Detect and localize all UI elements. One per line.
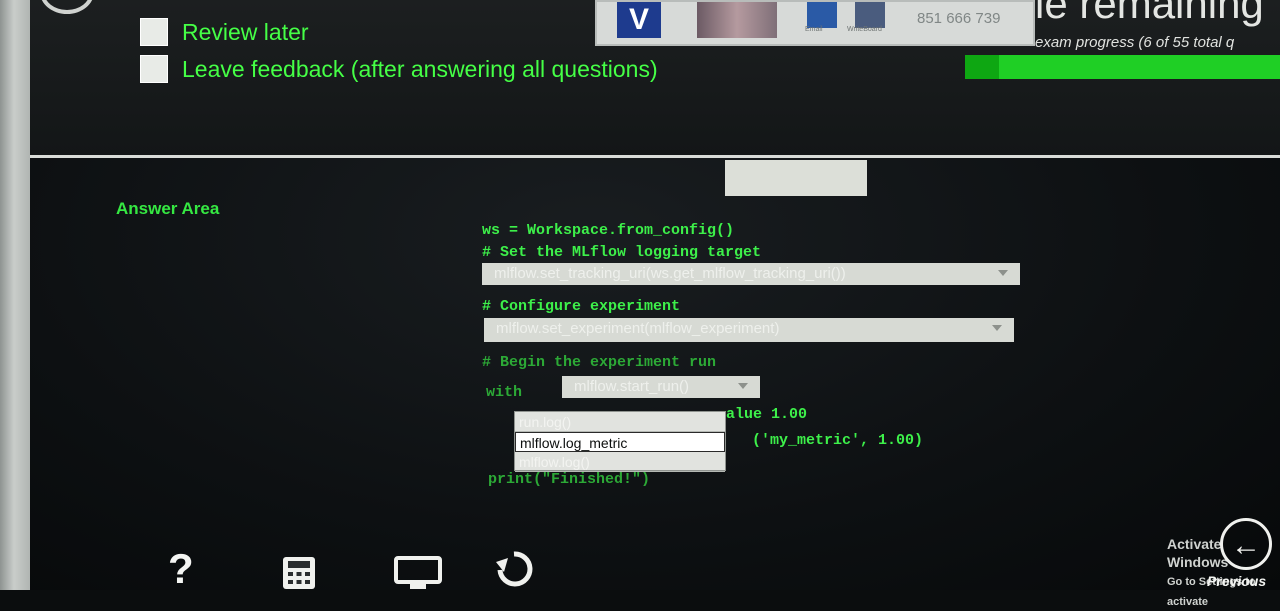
start-run-value: mlflow.start_run(): [574, 378, 690, 395]
leave-feedback-checkbox[interactable]: [140, 55, 168, 83]
metric-method-listbox[interactable]: run.log() mlflow.log_metric mlflow.log(): [514, 411, 726, 472]
user-photo: [697, 2, 777, 38]
tracking-uri-value: mlflow.set_tracking_uri(ws.get_mlflow_tr…: [494, 265, 846, 282]
leave-feedback-label: Leave feedback (after answering all ques…: [182, 55, 658, 82]
app-v-icon[interactable]: V: [617, 2, 661, 38]
experiment-value: mlflow.set_experiment(mlflow_experiment): [496, 320, 780, 337]
listbox-option[interactable]: run.log(): [515, 412, 725, 432]
start-run-dropdown[interactable]: mlflow.start_run(): [562, 376, 760, 398]
monitor-icon[interactable]: [394, 556, 442, 595]
leave-feedback-row[interactable]: Leave feedback (after answering all ques…: [140, 55, 658, 83]
code-comment-logging-target: # Set the MLflow logging target: [482, 244, 762, 261]
experiment-dropdown[interactable]: mlflow.set_experiment(mlflow_experiment): [484, 318, 1014, 342]
whiteboard-icon[interactable]: [855, 2, 885, 28]
code-comment-experiment: # Configure experiment: [482, 298, 681, 315]
tracking-uri-dropdown[interactable]: mlflow.set_tracking_uri(ws.get_mlflow_tr…: [482, 263, 1020, 285]
previous-arrow-icon[interactable]: ←: [1220, 518, 1272, 570]
phone-number: 851 666 739: [917, 10, 1001, 27]
review-later-checkbox[interactable]: [140, 18, 168, 46]
email-icon[interactable]: [807, 2, 837, 28]
code-metric-args: ('my_metric', 1.00): [752, 432, 924, 449]
listbox-option[interactable]: mlflow.log(): [515, 452, 725, 472]
review-later-label: Review later: [182, 18, 309, 45]
code-line-workspace: ws = Workspace.from_config(): [482, 222, 735, 239]
code-value-text: alue 1.00: [726, 406, 808, 423]
listbox-option-selected[interactable]: mlflow.log_metric: [515, 432, 725, 452]
previous-button-label[interactable]: Previous: [1207, 573, 1266, 589]
help-icon[interactable]: ?: [168, 548, 194, 590]
time-remaining: ie remaining: [1035, 0, 1264, 27]
answer-area-heading: Answer Area: [116, 199, 220, 218]
chevron-down-icon: [992, 325, 1002, 331]
exam-progress-label: exam progress (6 of 55 total q: [1035, 34, 1235, 51]
review-later-row[interactable]: Review later: [140, 18, 309, 46]
calculator-icon[interactable]: [282, 556, 316, 595]
chevron-down-icon: [998, 270, 1008, 276]
refresh-icon[interactable]: [492, 548, 536, 593]
exam-progress-bar: [965, 55, 1280, 79]
exam-screen: Review later Leave feedback (after answe…: [30, 0, 1280, 608]
question-tab[interactable]: [725, 160, 867, 196]
code-print: print("Finished!"): [488, 471, 651, 488]
whiteboard-label: WriteBoard: [847, 26, 882, 33]
code-comment-run: # Begin the experiment run: [482, 354, 717, 371]
code-with-keyword: with: [486, 384, 523, 401]
chevron-down-icon: [738, 383, 748, 389]
taskbar-overlay: V Email WriteBoard 851 666 739: [595, 0, 1035, 46]
header-divider: [30, 155, 1280, 158]
email-label: Email: [805, 26, 823, 33]
exam-progress-fill: [965, 55, 1000, 79]
